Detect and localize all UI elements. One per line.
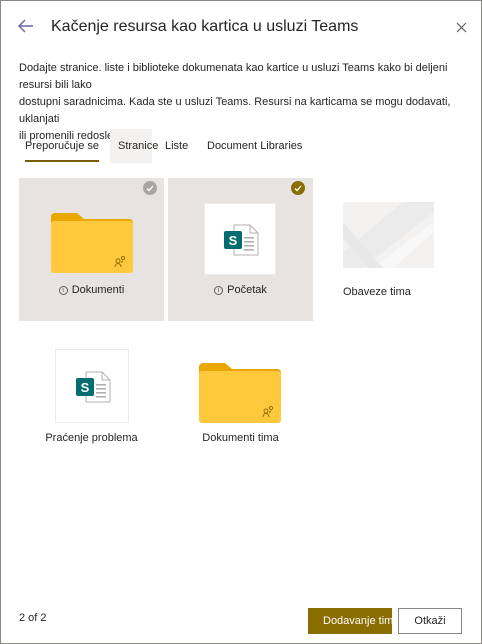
tile-label: Dokumenti tima [202, 432, 279, 444]
tile-dokumenti-tima[interactable]: Dokumenti tima [168, 341, 313, 461]
tab-list: Preporučuje se Stranice Liste Document L… [19, 129, 467, 165]
page-indicator: 2 of 2 [19, 612, 47, 624]
tile-pocetak[interactable]: S i Početak [168, 178, 313, 321]
info-icon[interactable]: i [58, 286, 68, 295]
close-button[interactable] [451, 17, 471, 37]
folder-icon [199, 363, 281, 423]
svg-text:S: S [229, 233, 238, 248]
close-icon [456, 22, 466, 32]
check-icon[interactable] [143, 181, 157, 195]
tab-recommended[interactable]: Preporučuje se [25, 129, 99, 163]
arrow-left-icon [18, 19, 33, 33]
page-thumbnail: S [55, 349, 129, 423]
tab-pages[interactable]: Stranice [110, 129, 158, 163]
tile-pracenje-problema[interactable]: S Praćenje problema [19, 341, 164, 461]
back-button[interactable] [15, 15, 37, 37]
sharepoint-page-icon: S [76, 371, 111, 403]
tile-obaveze-tima[interactable]: Obaveze tima [317, 178, 462, 321]
description-line: dostupni saradnicima. Kada ste u usluzi … [19, 96, 451, 125]
sharepoint-page-icon: S [224, 224, 259, 256]
svg-text:S: S [81, 380, 90, 395]
tile-label: i Dokumenti [19, 284, 164, 296]
folder-icon [51, 213, 133, 273]
image-thumbnail [343, 202, 434, 268]
cancel-button[interactable]: Otkaži [398, 608, 462, 634]
dialog-title: Kačenje resursa kao kartica u usluzi Tea… [51, 18, 359, 35]
tile-label: i Početak [168, 284, 313, 296]
tile-label: Obaveze tima [343, 286, 411, 298]
tile-label: Praćenje problema [45, 432, 138, 444]
tile-dokumenti[interactable]: i Dokumenti [19, 178, 164, 321]
tab-lists[interactable]: Liste [165, 129, 188, 163]
tab-document-libraries[interactable]: Document Libraries [207, 129, 302, 163]
page-thumbnail: S [204, 203, 276, 275]
pin-resources-dialog: Kačenje resursa kao kartica u usluzi Tea… [0, 0, 482, 644]
add-to-team-button[interactable]: Dodavanje tima [308, 608, 392, 634]
info-icon[interactable]: i [214, 286, 224, 295]
check-icon[interactable] [291, 181, 305, 195]
description-line: Dodajte stranice. liste i biblioteke dok… [19, 62, 448, 91]
